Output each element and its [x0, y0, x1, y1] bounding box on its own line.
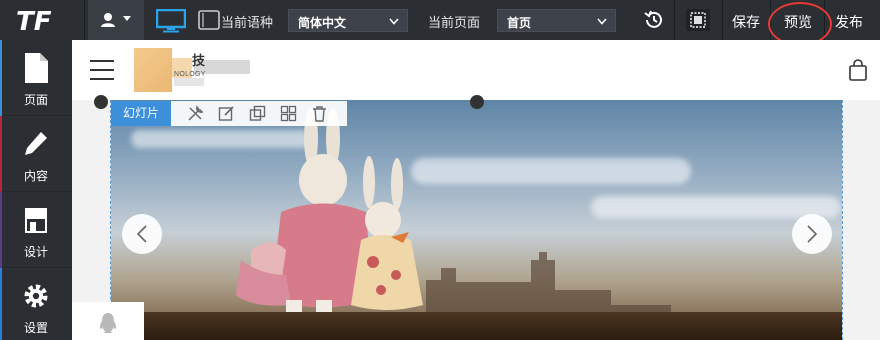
module-edit-frame: [110, 100, 843, 340]
history-icon[interactable]: [643, 9, 665, 31]
qq-penguin-icon: [99, 313, 117, 333]
frame-add-handle[interactable]: [470, 95, 484, 109]
copy-icon[interactable]: [249, 105, 266, 122]
trash-icon[interactable]: [311, 105, 328, 122]
left-sidebar: 页面 内容 设计 设置: [0, 40, 72, 340]
tf-logo[interactable]: TF: [14, 6, 80, 34]
page-label: 当前页面: [428, 15, 481, 30]
desktop-icon[interactable]: [156, 9, 186, 33]
sidebar-item-label: 内容: [23, 169, 48, 183]
edit-icon[interactable]: [218, 105, 235, 122]
svg-text:TF: TF: [16, 7, 52, 34]
page-icon: [25, 53, 48, 83]
language-label: 当前语种: [221, 15, 274, 30]
frame-handle[interactable]: [94, 95, 108, 109]
sidebar-item-settings[interactable]: 设置: [0, 268, 72, 340]
page-value: 首页: [507, 16, 532, 30]
hamburger-menu-icon[interactable]: [90, 60, 114, 80]
chevron-down-icon: [389, 18, 399, 25]
top-toolbar: TF 当前语种 简体中文 当前页面 首页 保存 预览 发布: [0, 0, 880, 40]
sidebar-item-label: 页面: [23, 93, 48, 107]
grid-layout-icon[interactable]: [280, 105, 297, 122]
logo-subtext: NOLOGY: [174, 71, 206, 78]
divider: [84, 0, 85, 40]
tools-icon[interactable]: [187, 105, 204, 122]
shopping-bag-icon[interactable]: [848, 59, 868, 81]
gear-icon: [24, 284, 48, 308]
divider: [674, 0, 675, 40]
chevron-down-icon: [597, 18, 607, 25]
qq-chat-button[interactable]: [72, 302, 144, 340]
sidebar-item-content[interactable]: 内容: [0, 116, 72, 192]
page-select[interactable]: 首页: [497, 9, 616, 32]
page-canvas: 技 NOLOGY 幻灯片: [72, 40, 880, 340]
pencil-icon: [25, 132, 47, 155]
logo-text: 技: [192, 53, 206, 68]
save-button[interactable]: 保存: [732, 12, 760, 32]
sidebar-item-label: 设置: [23, 321, 48, 335]
tablet-icon[interactable]: [198, 10, 220, 30]
sidebar-item-label: 设计: [23, 245, 48, 259]
store-icon: [25, 208, 47, 233]
module-toolbar: 幻灯片: [111, 101, 347, 126]
sidebar-item-design[interactable]: 设计: [0, 192, 72, 268]
divider: [722, 0, 723, 40]
language-select[interactable]: 简体中文: [288, 9, 408, 32]
selection-frame-icon[interactable]: [686, 9, 710, 31]
language-value: 简体中文: [298, 16, 347, 30]
sidebar-item-pages[interactable]: 页面: [0, 40, 72, 116]
publish-button[interactable]: 发布: [835, 12, 863, 32]
chevron-down-icon: [123, 16, 131, 21]
user-menu-button[interactable]: [88, 0, 144, 40]
site-header: 技 NOLOGY: [72, 40, 880, 100]
user-icon: [101, 13, 115, 27]
module-type-tag: 幻灯片: [111, 101, 171, 126]
